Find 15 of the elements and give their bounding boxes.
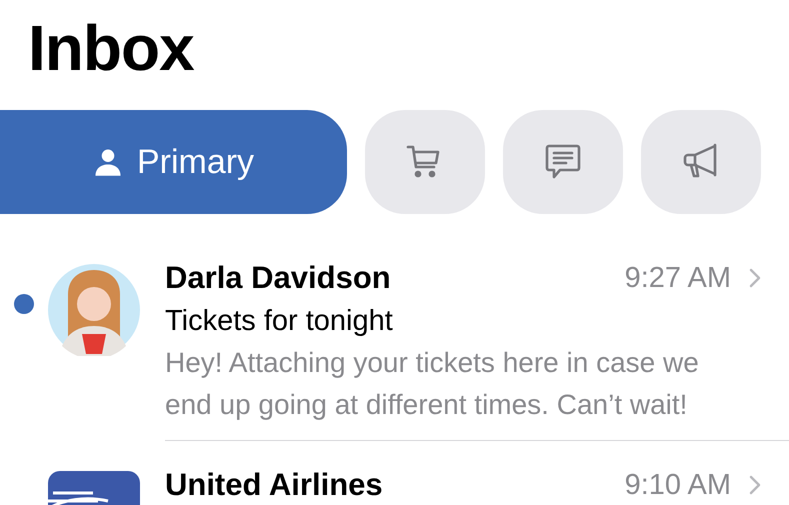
message-subject: Tickets for tonight (165, 304, 394, 339)
cart-tab[interactable] (365, 110, 485, 214)
chevron-right-icon (749, 268, 761, 288)
inbox-title: Inbox (27, 11, 194, 86)
message-time: 9:27 AM (624, 262, 731, 294)
person-icon (92, 147, 123, 177)
message-time: 9:10 AM (624, 468, 731, 502)
chevron-right-icon (749, 475, 761, 495)
primary-tab[interactable]: Primary (0, 110, 347, 214)
sender-name: United Airlines (165, 467, 384, 503)
sender-name: Darla Davidson (165, 260, 392, 296)
avatar-icon (48, 264, 140, 356)
chat-tab[interactable] (503, 110, 623, 214)
message-preview: Hey! Attaching your tickets here in case we end up going at different times. Can’t wait! (165, 346, 700, 422)
megaphone-tab[interactable] (641, 110, 761, 214)
